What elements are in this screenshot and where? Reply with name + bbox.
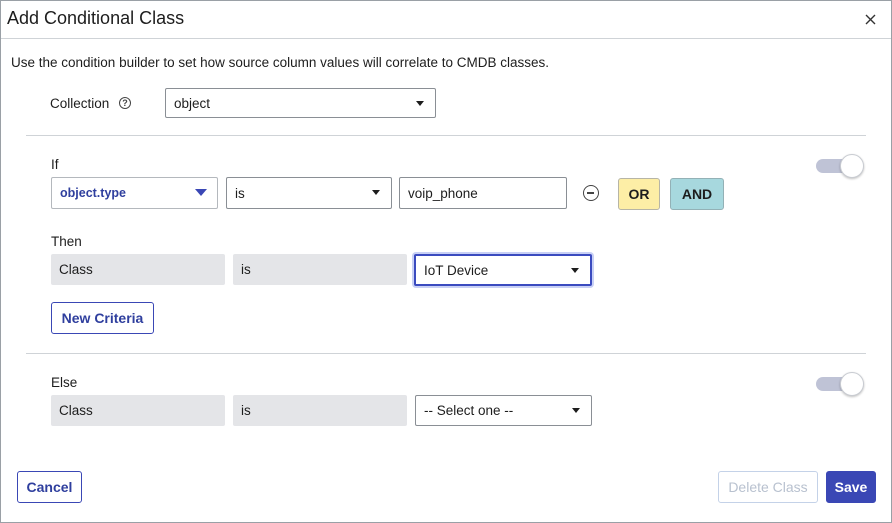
dialog-header: Add Conditional Class <box>1 1 891 39</box>
section-divider <box>26 135 866 136</box>
and-button[interactable]: AND <box>670 178 724 210</box>
else-toggle[interactable] <box>816 372 864 396</box>
chevron-down-icon <box>416 101 424 106</box>
then-target-field: Class <box>51 254 225 285</box>
save-button[interactable]: Save <box>826 471 876 503</box>
condition-field-value: object.type <box>60 186 126 200</box>
collection-select[interactable]: object <box>165 88 436 118</box>
or-button[interactable]: OR <box>618 178 660 210</box>
else-class-value: -- Select one -- <box>424 403 514 418</box>
else-target-field: Class <box>51 395 225 426</box>
then-class-value: IoT Device <box>424 262 489 278</box>
close-icon <box>865 14 875 24</box>
new-criteria-button[interactable]: New Criteria <box>51 302 154 334</box>
condition-operator-value: is <box>235 185 245 201</box>
help-icon[interactable]: ? <box>119 97 131 109</box>
else-target-text: Class <box>59 403 93 418</box>
then-operator-field: is <box>233 254 407 285</box>
else-operator-field: is <box>233 395 407 426</box>
dialog-title: Add Conditional Class <box>7 8 185 28</box>
chevron-down-icon <box>572 408 580 413</box>
close-button[interactable] <box>859 8 881 30</box>
add-conditional-class-dialog: Add Conditional Class Use the condition … <box>0 0 892 523</box>
if-toggle[interactable] <box>816 154 864 178</box>
section-divider <box>26 353 866 354</box>
if-label: If <box>51 157 59 172</box>
chevron-down-icon <box>571 268 579 273</box>
collection-label: Collection <box>50 96 110 111</box>
else-label: Else <box>51 375 78 390</box>
chevron-down-icon <box>372 190 380 195</box>
dialog-description: Use the condition builder to set how sou… <box>11 55 549 70</box>
then-target-text: Class <box>59 262 93 277</box>
delete-class-button[interactable]: Delete Class <box>718 471 818 503</box>
cancel-button[interactable]: Cancel <box>17 471 82 503</box>
condition-operator-select[interactable]: is <box>226 177 392 209</box>
then-label: Then <box>51 234 82 249</box>
collection-select-value: object <box>174 95 211 111</box>
else-operator-text: is <box>241 403 251 418</box>
then-class-select[interactable]: IoT Device <box>414 254 592 286</box>
remove-condition-icon[interactable] <box>583 185 599 201</box>
then-operator-text: is <box>241 262 251 277</box>
condition-value-input[interactable]: voip_phone <box>399 177 567 209</box>
condition-value-text: voip_phone <box>408 185 478 201</box>
chevron-down-icon <box>195 189 207 196</box>
else-class-select[interactable]: -- Select one -- <box>415 395 592 426</box>
condition-field-select[interactable]: object.type <box>51 177 218 209</box>
